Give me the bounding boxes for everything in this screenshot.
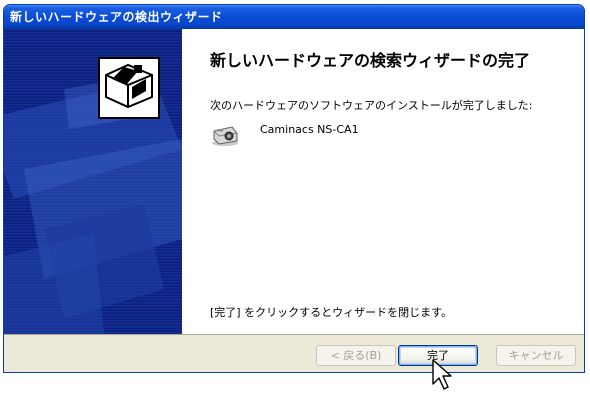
device-name: Caminacs NS-CA1 [260,123,359,136]
back-button[interactable]: < 戻る(B) [316,345,396,366]
wizard-side-panel [4,29,182,334]
window-title[interactable]: 新しいハードウェアの検出ウィザード [4,5,584,29]
camera-device-icon [212,126,238,146]
wizard-button-bar: < 戻る(B) 完了 キャンセル [4,334,584,372]
mouse-pointer-icon [432,359,452,390]
cancel-button[interactable]: キャンセル [496,345,576,366]
wizard-window: 新しいハードウェアの検出ウィザード 新しいハードウェアの検索ウィザードの完了 次… [3,4,585,373]
installed-message: 次のハードウェアのソフトウェアのインストールが完了しました: [210,99,533,112]
hardware-box-icon [98,57,160,119]
wizard-heading: 新しいハードウェアの検索ウィザードの完了 [210,51,531,70]
finish-message: [完了] をクリックするとウィザードを閉じます。 [210,306,452,319]
wizard-content: 新しいハードウェアの検索ウィザードの完了 次のハードウェアのソフトウェアのインス… [182,29,584,334]
